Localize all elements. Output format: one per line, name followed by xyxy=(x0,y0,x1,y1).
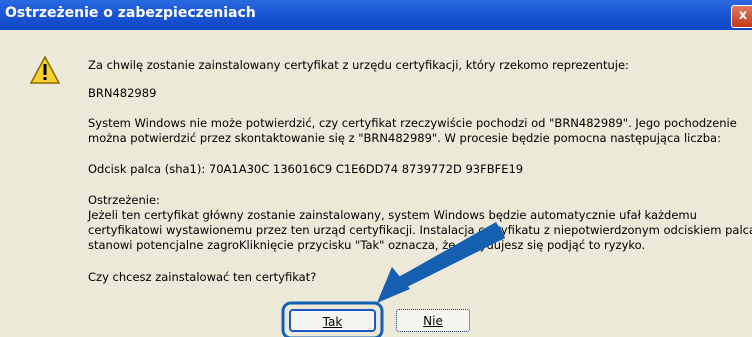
arrow-shaft xyxy=(398,226,505,285)
annotation-overlay xyxy=(281,222,505,337)
arrow-head xyxy=(377,267,410,303)
highlight-ring xyxy=(281,301,384,337)
